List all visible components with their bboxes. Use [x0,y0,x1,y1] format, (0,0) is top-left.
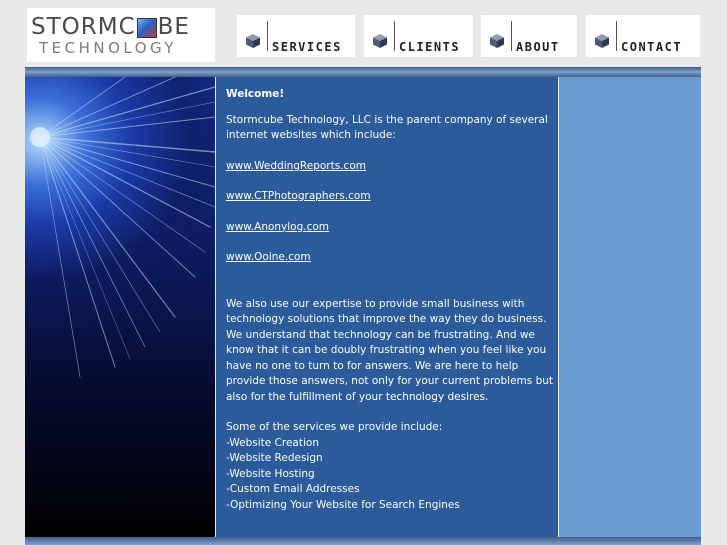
link-ooine[interactable]: www.Ooine.com [226,251,311,263]
service-item: -Website Creation [226,436,319,449]
nav-clients-label: CLIENTS [399,40,461,54]
nav-separator [616,21,617,51]
main-content-panel: Welcome! Stormcube Technology, LLC is th… [216,77,558,537]
logo-text-part2: BE [157,14,190,40]
welcome-heading: Welcome! [226,88,285,100]
service-item: -Optimizing Your Website for Search Engi… [226,498,460,511]
nav-services-button[interactable]: SERVICES [237,15,355,57]
service-item: -Website Hosting [226,467,315,480]
logo-tagline: TECHNOLOGY [39,39,178,57]
nav-separator [511,21,512,51]
cube-icon [373,34,387,48]
cube-icon [246,34,260,48]
cube-icon [490,34,504,48]
nav-contact-button[interactable]: CONTACT [586,15,700,57]
hero-light-rays-image [25,77,215,537]
nav-about-label: ABOUT [516,40,560,54]
nav-services-label: SERVICES [272,40,342,54]
logo[interactable]: STORMC BE TECHNOLOGY [27,8,215,62]
nav-clients-button[interactable]: CLIENTS [364,15,473,57]
nav-separator [267,21,268,51]
link-weddingreports[interactable]: www.WeddingReports.com [226,160,366,172]
nav-about-button[interactable]: ABOUT [481,15,577,57]
logo-cube-icon [136,18,157,38]
logo-text-part1: STORMC [31,14,136,40]
cube-icon [595,34,609,48]
services-intro: Some of the services we provide include: [226,421,443,433]
expertise-paragraph: We also use our expertise to provide sma… [226,297,554,403]
link-anonylog[interactable]: www.Anonylog.com [226,221,329,233]
intro-paragraph: Stormcube Technology, LLC is the parent … [226,113,548,142]
footer-divider-strip [25,537,701,545]
logo-wordmark: STORMC BE [31,14,213,40]
link-ctphotographers[interactable]: www.CTPhotographers.com [226,190,371,202]
nav-contact-label: CONTACT [621,40,683,54]
light-rays-graphic [30,77,215,378]
right-sidebar-panel [559,77,701,537]
header-divider-strip [25,67,701,77]
nav-separator [394,21,395,51]
service-item: -Website Redesign [226,452,323,464]
service-item: -Custom Email Addresses [226,483,360,495]
